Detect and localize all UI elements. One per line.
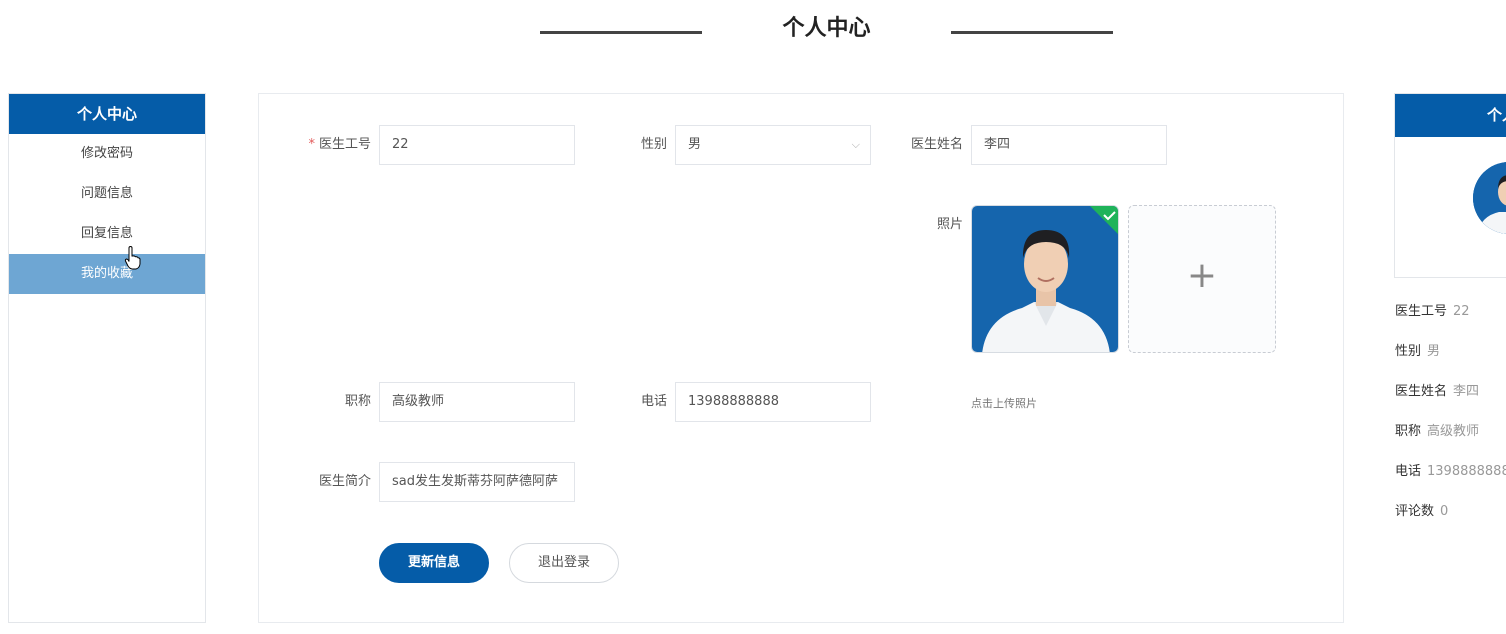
doctor-photo[interactable] (971, 205, 1119, 353)
phone-input[interactable]: 13988888888 (675, 382, 871, 422)
sidebar-item-questions[interactable]: 问题信息 (9, 174, 205, 214)
doctor-intro-input[interactable]: sad发生发斯蒂芬阿萨德阿萨 (379, 462, 575, 502)
profile-card-header: 个人中心 (1395, 94, 1506, 167)
doctor-name-input[interactable]: 李四 (971, 125, 1167, 165)
doctor-intro-label: 医生简介 (318, 474, 371, 489)
avatar-image (1473, 162, 1506, 234)
profile-field-doctor-id: 医生工号 22 (1395, 304, 1470, 319)
gender-select-value: 男 (688, 137, 702, 152)
gender-label: 性别 (640, 137, 667, 152)
sidebar: 个人中心 修改密码 问题信息 回复信息 我的收藏 (8, 93, 206, 623)
profile-field-doctor-name: 医生姓名 李四 (1395, 384, 1480, 399)
sidebar-header: 个人中心 (9, 94, 205, 134)
doctor-id-input[interactable]: 22 (379, 125, 575, 165)
profile-field-phone: 电话13988888888 (1395, 464, 1506, 479)
profile-form: * 医生工号 22 性别 男 ⌵ 医生姓名 李四 照片 + 职称 高级教师 电话 … (258, 93, 1344, 623)
page-title: 个人中心 (782, 16, 871, 41)
plus-icon: + (1186, 255, 1218, 296)
doctor-name-label: 医生姓名 (910, 137, 963, 152)
title-line-left (540, 31, 702, 34)
title-line-right (951, 31, 1113, 34)
profile-card: 个人中心 (1394, 93, 1506, 278)
hand-cursor-icon (124, 246, 141, 270)
job-title-input[interactable]: 高级教师 (379, 382, 575, 422)
avatar (1473, 162, 1506, 234)
sidebar-item-favorites[interactable]: 我的收藏 (9, 254, 205, 294)
profile-field-gender: 性别男 (1395, 344, 1441, 359)
doctor-id-label: * 医生工号 (308, 137, 371, 152)
required-asterisk: * (308, 137, 315, 152)
logout-button[interactable]: 退出登录 (509, 543, 619, 583)
doctor-photo-image (972, 206, 1118, 352)
update-info-button[interactable]: 更新信息 (379, 543, 489, 583)
profile-field-comment-count: 评论数 0 (1395, 504, 1449, 519)
upload-photo-tip[interactable]: 点击上传照片 (971, 395, 1037, 411)
profile-field-job-title: 职称 高级教师 (1395, 424, 1480, 439)
photo-label: 照片 (936, 217, 963, 232)
phone-label: 电话 (640, 394, 667, 409)
job-title-label: 职称 (344, 394, 371, 409)
gender-select[interactable]: 男 ⌵ (675, 125, 871, 165)
sidebar-item-replies[interactable]: 回复信息 (9, 214, 205, 254)
upload-photo-button[interactable]: + (1128, 205, 1276, 353)
chevron-down-icon: ⌵ (851, 138, 860, 151)
sidebar-item-change-password[interactable]: 修改密码 (9, 134, 205, 174)
